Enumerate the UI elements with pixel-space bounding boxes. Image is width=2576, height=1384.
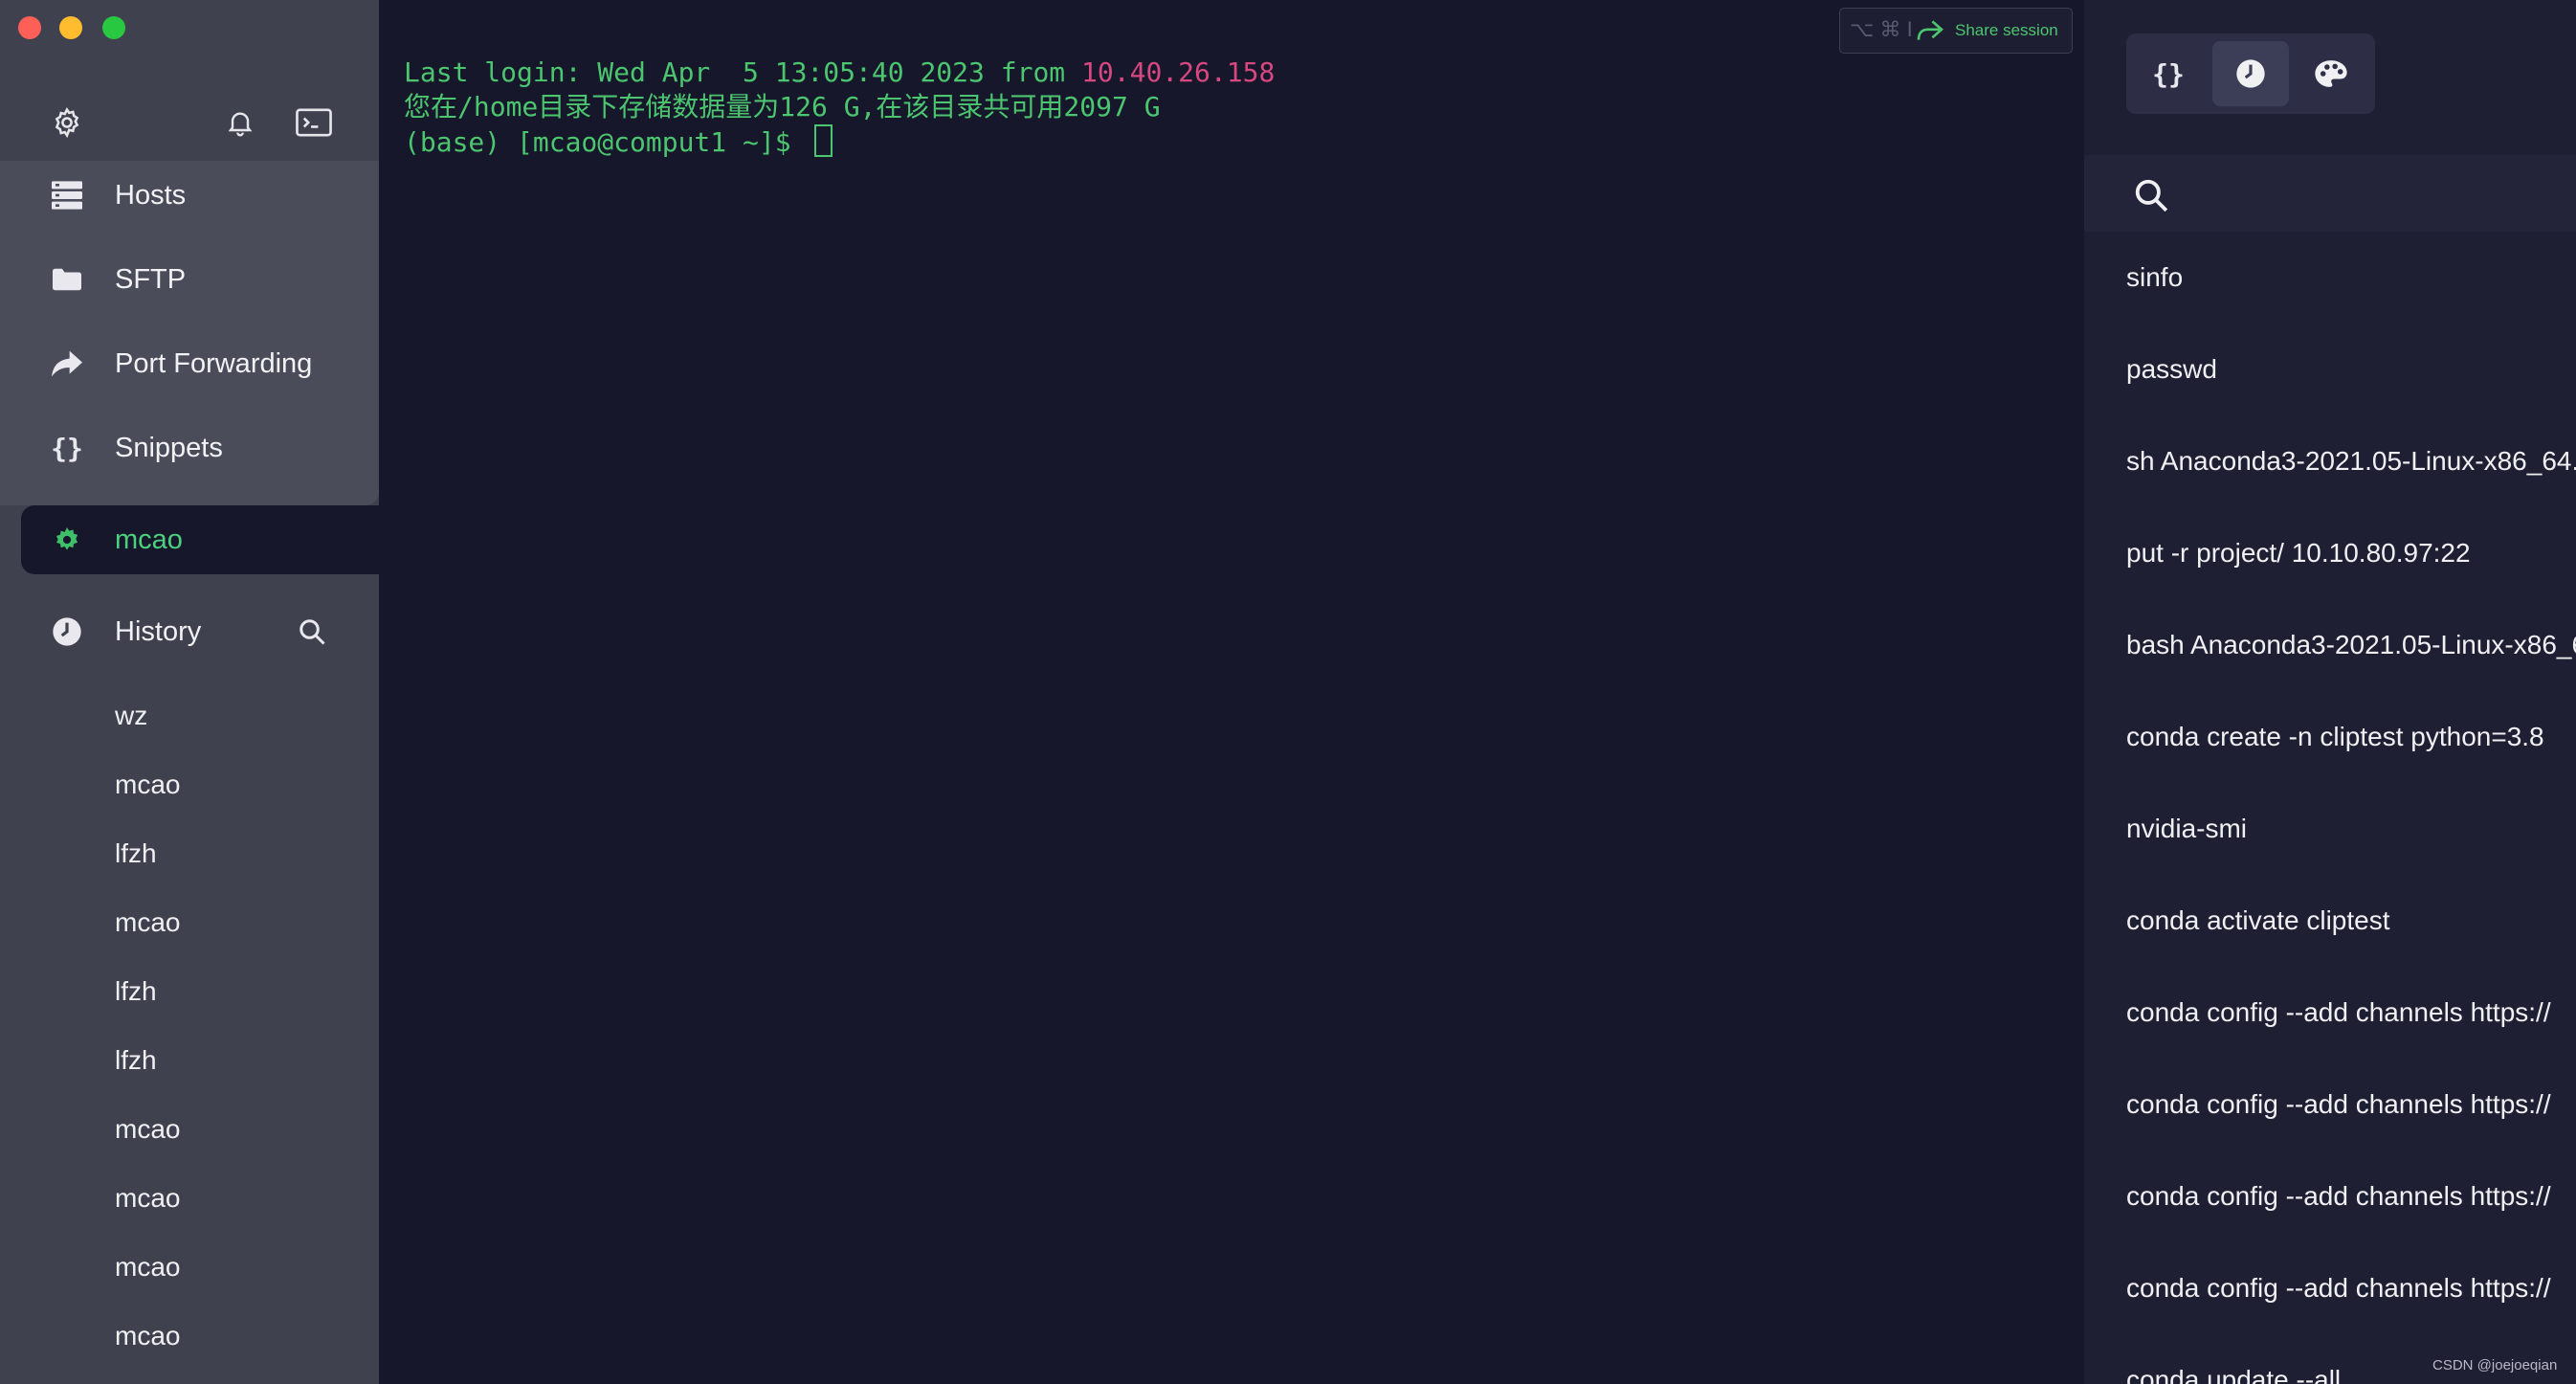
command-item[interactable]: conda config --add channels https:// <box>2084 1059 2576 1150</box>
braces-icon: {} <box>51 432 83 464</box>
right-panel: {} sinfo passwd sh Anaconda3-2021.05-Lin… <box>2084 0 2576 1384</box>
login-line: Last login: Wed Apr 5 13:05:40 2023 from <box>404 56 1082 88</box>
terminal-cursor <box>814 124 833 157</box>
share-session-label: Share session <box>1955 21 2058 39</box>
active-session-mcao[interactable]: mcao <box>21 505 379 574</box>
command-item[interactable]: sh Anaconda3-2021.05-Linux-x86_64.sh <box>2084 415 2576 507</box>
nav-label: Port Forwarding <box>115 347 313 379</box>
port-forward-icon <box>48 345 86 383</box>
command-item[interactable]: nvidia-smi <box>2084 783 2576 875</box>
share-arrow-icon <box>1915 18 1945 43</box>
login-ip: 10.40.26.158 <box>1081 56 1276 88</box>
list-item[interactable]: mcao <box>0 1164 379 1233</box>
list-item[interactable]: mcao <box>0 1233 379 1302</box>
tab-history[interactable] <box>2212 41 2289 106</box>
history-label: History <box>115 616 202 647</box>
share-session-button[interactable]: ⌥ ⌘ I Share session <box>1839 8 2073 54</box>
panel-tab-group: {} <box>2126 33 2375 114</box>
hosts-icon <box>48 176 86 214</box>
clock-icon <box>2236 59 2265 88</box>
command-item[interactable]: bash Anaconda3-2021.05-Linux-x86_64.sh <box>2084 599 2576 691</box>
nav-item-sftp[interactable]: SFTP <box>0 241 379 318</box>
command-item[interactable]: sinfo <box>2084 232 2576 324</box>
terminal-output: Last login: Wed Apr 5 13:05:40 2023 from… <box>404 56 1275 160</box>
palette-icon <box>2315 60 2347 87</box>
tab-snippets[interactable]: {} <box>2130 41 2207 106</box>
nav-item-port-forwarding[interactable]: Port Forwarding <box>0 325 379 402</box>
folder-icon <box>48 260 86 299</box>
clock-icon <box>48 613 86 651</box>
search-icon[interactable] <box>293 613 331 651</box>
terminal-icon[interactable] <box>293 103 335 142</box>
command-item[interactable]: conda config --add channels https:// <box>2084 967 2576 1059</box>
watermark: CSDN @joejoeqian <box>2432 1357 2558 1373</box>
command-item[interactable]: conda config --add channels https:// <box>2084 1150 2576 1242</box>
history-search-bar[interactable] <box>2084 155 2576 232</box>
command-history-list: sinfo passwd sh Anaconda3-2021.05-Linux-… <box>2084 232 2576 1384</box>
list-item[interactable]: wz <box>0 681 379 750</box>
list-item[interactable]: mcao <box>0 888 379 957</box>
close-window-button[interactable] <box>18 16 41 39</box>
storage-line: 您在/home目录下存储数据量为126 G,在该目录共可用2097 G <box>404 91 1161 123</box>
shortcut-hint: ⌥ ⌘ I <box>1850 17 1913 41</box>
minimize-window-button[interactable] <box>59 16 82 39</box>
list-item[interactable]: mcao <box>0 750 379 819</box>
sidebar: Hosts SFTP Port Forwarding {} Snippets m… <box>0 0 379 1384</box>
list-item[interactable]: lfzh <box>0 819 379 888</box>
notification-bell-icon[interactable] <box>219 103 261 142</box>
history-header: History <box>0 593 379 670</box>
command-item[interactable]: conda activate cliptest <box>2084 875 2576 967</box>
command-item[interactable]: put -r project/ 10.10.80.97:22 <box>2084 507 2576 599</box>
nav-label: Snippets <box>115 432 223 463</box>
host-gear-icon <box>48 521 86 559</box>
nav-item-hosts[interactable]: Hosts <box>0 157 379 234</box>
tab-themes[interactable] <box>2293 41 2369 106</box>
terminal-view[interactable]: Last login: Wed Apr 5 13:05:40 2023 from… <box>379 0 2084 1384</box>
command-item[interactable]: passwd <box>2084 324 2576 415</box>
nav-label: SFTP <box>115 263 187 295</box>
search-icon[interactable] <box>2130 174 2172 216</box>
active-host-label: mcao <box>115 524 183 555</box>
prompt-line: (base) [mcao@comput1 ~]$ <box>404 126 808 158</box>
braces-icon: {} <box>2152 57 2185 90</box>
history-list: wz mcao lfzh mcao lfzh lfzh mcao mcao mc… <box>0 681 379 1371</box>
nav-label: Hosts <box>115 179 187 211</box>
list-item[interactable]: lfzh <box>0 1026 379 1095</box>
list-item[interactable]: mcao <box>0 1302 379 1371</box>
list-item[interactable]: lfzh <box>0 957 379 1026</box>
command-item[interactable]: conda config --add channels https:// <box>2084 1242 2576 1334</box>
command-item[interactable]: conda create -n cliptest python=3.8 <box>2084 691 2576 783</box>
settings-gear-icon[interactable] <box>46 103 88 142</box>
nav-item-snippets[interactable]: {} Snippets <box>0 410 379 486</box>
zoom-window-button[interactable] <box>102 16 125 39</box>
list-item[interactable]: mcao <box>0 1095 379 1164</box>
